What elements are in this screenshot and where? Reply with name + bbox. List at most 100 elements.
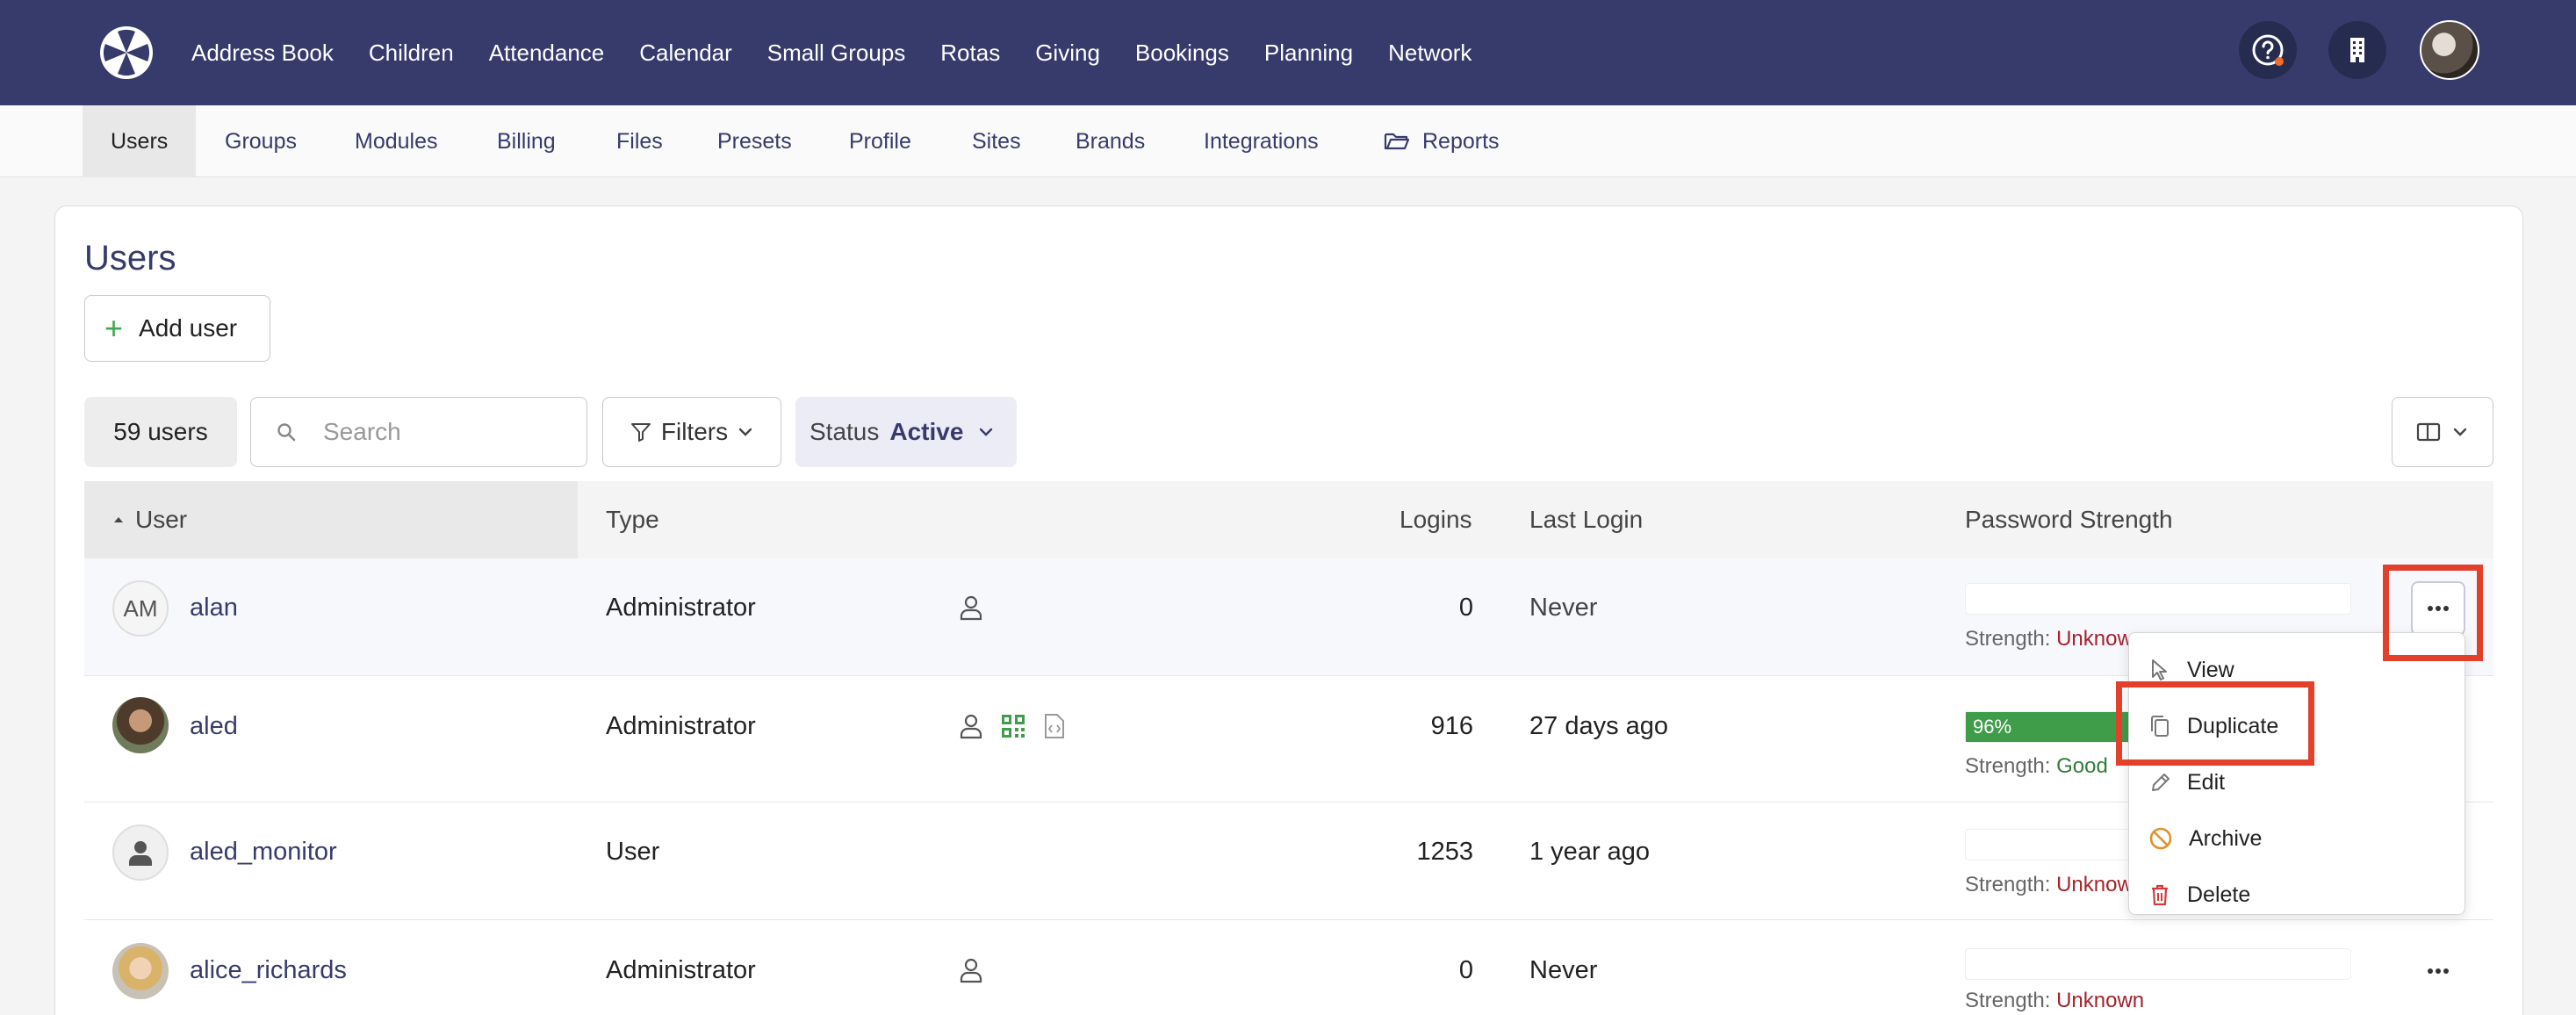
tab-profile[interactable]: Profile bbox=[849, 105, 911, 177]
tab-billing[interactable]: Billing bbox=[497, 105, 556, 177]
nav-network[interactable]: Network bbox=[1388, 40, 1471, 67]
user-name-link[interactable]: alan bbox=[190, 594, 238, 623]
building-icon bbox=[2350, 38, 2364, 62]
nav-children[interactable]: Children bbox=[369, 40, 454, 67]
password-strength-label: Strength: Unknown bbox=[1965, 989, 2145, 1012]
tab-reports[interactable]: Reports bbox=[1384, 105, 1500, 177]
nav-attendance[interactable]: Attendance bbox=[489, 40, 605, 67]
login-count: 0 bbox=[1458, 594, 1473, 622]
password-strength-bar bbox=[1965, 583, 2351, 615]
status-filter-value: Active bbox=[889, 418, 964, 445]
status-filter-label: Status bbox=[809, 418, 880, 445]
menu-item-archive-label: Archive bbox=[2189, 825, 2263, 851]
tab-files[interactable]: Files bbox=[616, 105, 663, 177]
avatar bbox=[112, 697, 169, 753]
tab-users[interactable]: Users bbox=[83, 105, 197, 177]
menu-item-view-label: View bbox=[2187, 657, 2234, 682]
chevron-down-icon bbox=[738, 428, 752, 436]
column-layout-button[interactable] bbox=[2392, 397, 2493, 467]
row-actions-menu: View Duplicate Edit Archive Delete bbox=[2128, 632, 2465, 915]
user-type: User bbox=[606, 838, 660, 866]
qr-code-icon bbox=[1002, 715, 1025, 738]
page-title: Users bbox=[84, 239, 176, 277]
plus-icon: + bbox=[104, 310, 124, 346]
user-count: 59 users bbox=[84, 397, 237, 467]
tab-reports-label: Reports bbox=[1422, 128, 1500, 154]
last-login: Never bbox=[1529, 956, 1598, 984]
filter-icon bbox=[630, 423, 651, 442]
person-icon bbox=[960, 958, 982, 983]
column-header-password-strength[interactable]: Password Strength bbox=[1965, 481, 2173, 558]
last-login: 27 days ago bbox=[1529, 712, 1669, 740]
column-header-logins[interactable]: Logins bbox=[1400, 481, 1472, 558]
sort-ascending-icon bbox=[114, 517, 123, 522]
filters-label: Filters bbox=[660, 418, 729, 445]
tab-brands[interactable]: Brands bbox=[1076, 105, 1145, 177]
password-strength-label: Strength: Unknown bbox=[1965, 627, 2145, 651]
menu-item-delete-label: Delete bbox=[2187, 882, 2251, 907]
settings-subnav: Users Groups Modules Billing Files Prese… bbox=[0, 105, 2576, 177]
column-header-user-label: User bbox=[135, 506, 188, 533]
account-avatar[interactable] bbox=[2420, 20, 2479, 80]
user-type: Administrator bbox=[606, 594, 756, 622]
columns-icon bbox=[2416, 422, 2441, 442]
login-count: 1253 bbox=[1416, 838, 1473, 866]
row-actions-button[interactable] bbox=[2411, 944, 2465, 998]
nav-address-book[interactable]: Address Book bbox=[191, 40, 334, 67]
top-navbar: Address Book Children Attendance Calenda… bbox=[0, 0, 2576, 105]
search-icon bbox=[277, 423, 296, 442]
column-header-type[interactable]: Type bbox=[606, 481, 659, 558]
nav-giving[interactable]: Giving bbox=[1035, 40, 1100, 67]
cursor-pointer-icon bbox=[2152, 659, 2167, 680]
column-header-user[interactable]: User bbox=[112, 481, 187, 558]
tab-sites[interactable]: Sites bbox=[972, 105, 1021, 177]
avatar bbox=[112, 943, 169, 999]
tab-modules[interactable]: Modules bbox=[355, 105, 438, 177]
pencil-icon bbox=[2152, 774, 2169, 791]
menu-item-delete[interactable]: Delete bbox=[2129, 867, 2464, 923]
tab-groups[interactable]: Groups bbox=[225, 105, 297, 177]
nav-calendar[interactable]: Calendar bbox=[639, 40, 732, 67]
password-strength-label: Strength: Good bbox=[1965, 754, 2108, 778]
default-person-icon bbox=[129, 841, 152, 866]
user-type: Administrator bbox=[606, 956, 756, 984]
user-type: Administrator bbox=[606, 712, 756, 740]
code-file-icon bbox=[1045, 714, 1064, 738]
organisation-button[interactable] bbox=[2328, 21, 2386, 79]
add-user-label: Add user bbox=[139, 314, 238, 342]
person-icon bbox=[960, 595, 982, 621]
help-icon bbox=[2252, 34, 2284, 66]
column-header-last-login[interactable]: Last Login bbox=[1529, 481, 1643, 558]
folder-open-icon bbox=[1384, 133, 1410, 150]
annotation-highlight-actions bbox=[2383, 565, 2483, 661]
app-logo-icon[interactable] bbox=[98, 25, 155, 81]
last-login: Never bbox=[1529, 594, 1598, 622]
help-button[interactable] bbox=[2239, 21, 2297, 79]
ban-icon bbox=[2149, 827, 2172, 850]
nav-planning[interactable]: Planning bbox=[1264, 40, 1353, 67]
add-user-button[interactable]: + Add user bbox=[84, 295, 270, 362]
login-count: 0 bbox=[1458, 956, 1473, 984]
nav-rotas[interactable]: Rotas bbox=[940, 40, 1000, 67]
login-count: 916 bbox=[1430, 712, 1473, 740]
user-name-link[interactable]: aled_monitor bbox=[190, 838, 337, 867]
nav-small-groups[interactable]: Small Groups bbox=[767, 40, 906, 67]
search-input[interactable]: Search bbox=[250, 397, 587, 467]
tab-presets[interactable]: Presets bbox=[717, 105, 792, 177]
menu-item-edit-label: Edit bbox=[2187, 769, 2226, 795]
filters-button[interactable]: Filters bbox=[602, 397, 781, 467]
password-strength-bar bbox=[1965, 948, 2351, 980]
menu-item-archive[interactable]: Archive bbox=[2129, 810, 2464, 867]
chevron-down-icon bbox=[2453, 428, 2467, 436]
person-icon bbox=[960, 714, 982, 739]
last-login: 1 year ago bbox=[1529, 838, 1651, 866]
status-filter[interactable]: Status Active bbox=[795, 397, 1017, 467]
tab-integrations[interactable]: Integrations bbox=[1204, 105, 1319, 177]
search-placeholder: Search bbox=[323, 418, 401, 445]
user-name-link[interactable]: alice_richards bbox=[190, 956, 347, 985]
user-name-link[interactable]: aled bbox=[190, 712, 238, 741]
chevron-down-icon bbox=[980, 428, 993, 436]
nav-bookings[interactable]: Bookings bbox=[1135, 40, 1229, 67]
avatar bbox=[112, 824, 169, 881]
avatar: AM bbox=[112, 580, 169, 637]
